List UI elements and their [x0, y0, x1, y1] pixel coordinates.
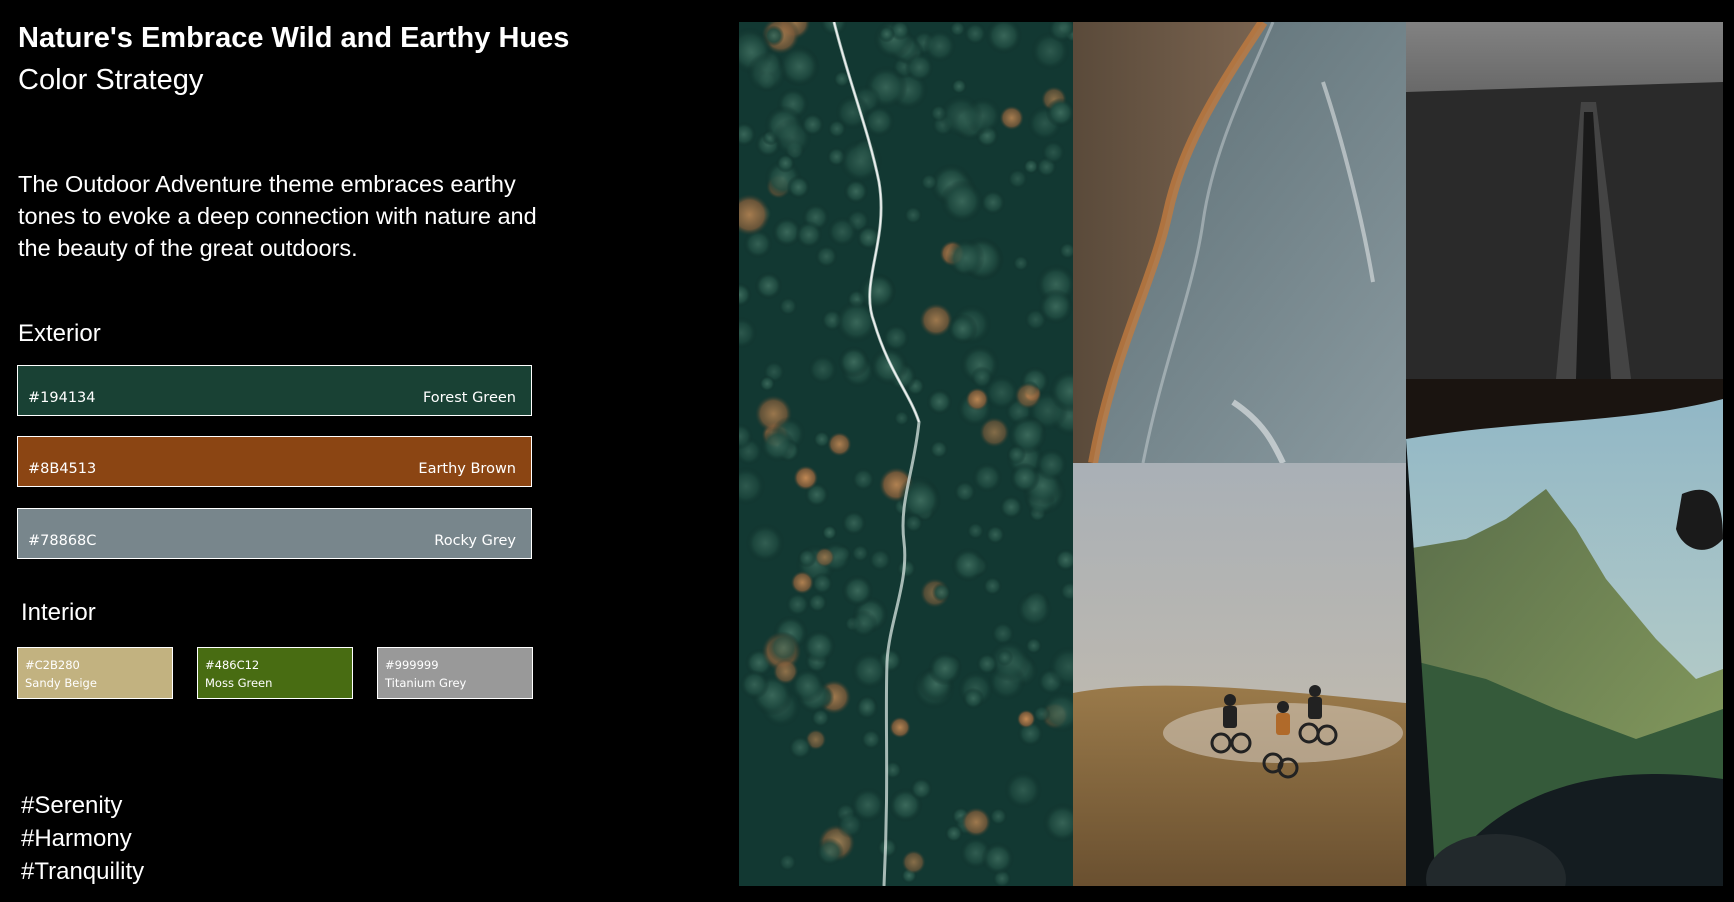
swatch-earthy-brown: #8B4513 Earthy Brown — [17, 436, 532, 487]
swatch-code: #999999 — [385, 658, 439, 672]
swatch-code: #C2B280 — [25, 658, 80, 672]
swatch-code: #78868C — [28, 533, 97, 549]
swatch-code: #8B4513 — [28, 461, 97, 477]
swatch-name: Titanium Grey — [385, 676, 467, 690]
interior-heading: Interior — [21, 599, 96, 626]
swatch-name: Rocky Grey — [434, 533, 516, 549]
swatch-code: #486C12 — [205, 658, 260, 672]
page-title: Nature's Embrace Wild and Earthy Hues — [18, 22, 570, 54]
photo-muddy-trail — [1406, 22, 1723, 379]
photo-dirt-bikers — [1073, 463, 1406, 886]
mood-board-gallery — [739, 22, 1723, 886]
swatch-code: #194134 — [28, 390, 96, 406]
swatch-forest-green: #194134 Forest Green — [17, 365, 532, 416]
theme-description: The Outdoor Adventure theme embraces ear… — [18, 171, 537, 261]
page-subtitle: Color Strategy — [18, 64, 204, 96]
photo-dune-rock — [1073, 22, 1406, 463]
photo-mountain-car-window — [1406, 379, 1723, 886]
swatch-rocky-grey: #78868C Rocky Grey — [17, 508, 532, 559]
swatch-name: Moss Green — [205, 676, 273, 690]
exterior-heading: Exterior — [18, 320, 101, 347]
swatch-name: Forest Green — [422, 390, 516, 406]
hashtag: #Tranquility — [21, 858, 145, 885]
hashtag-list: #Serenity #Harmony #Tranquility — [21, 789, 144, 888]
swatch-sandy-beige: #C2B280 Sandy Beige — [17, 647, 173, 699]
swatch-name: Earthy Brown — [418, 461, 516, 477]
hashtag: #Serenity — [21, 792, 123, 819]
photo-aerial-forest — [739, 22, 1073, 886]
hashtag: #Harmony — [21, 825, 132, 852]
swatch-name: Sandy Beige — [25, 676, 97, 690]
swatch-titanium-grey: #999999 Titanium Grey — [377, 647, 533, 699]
swatch-moss-green: #486C12 Moss Green — [197, 647, 353, 699]
